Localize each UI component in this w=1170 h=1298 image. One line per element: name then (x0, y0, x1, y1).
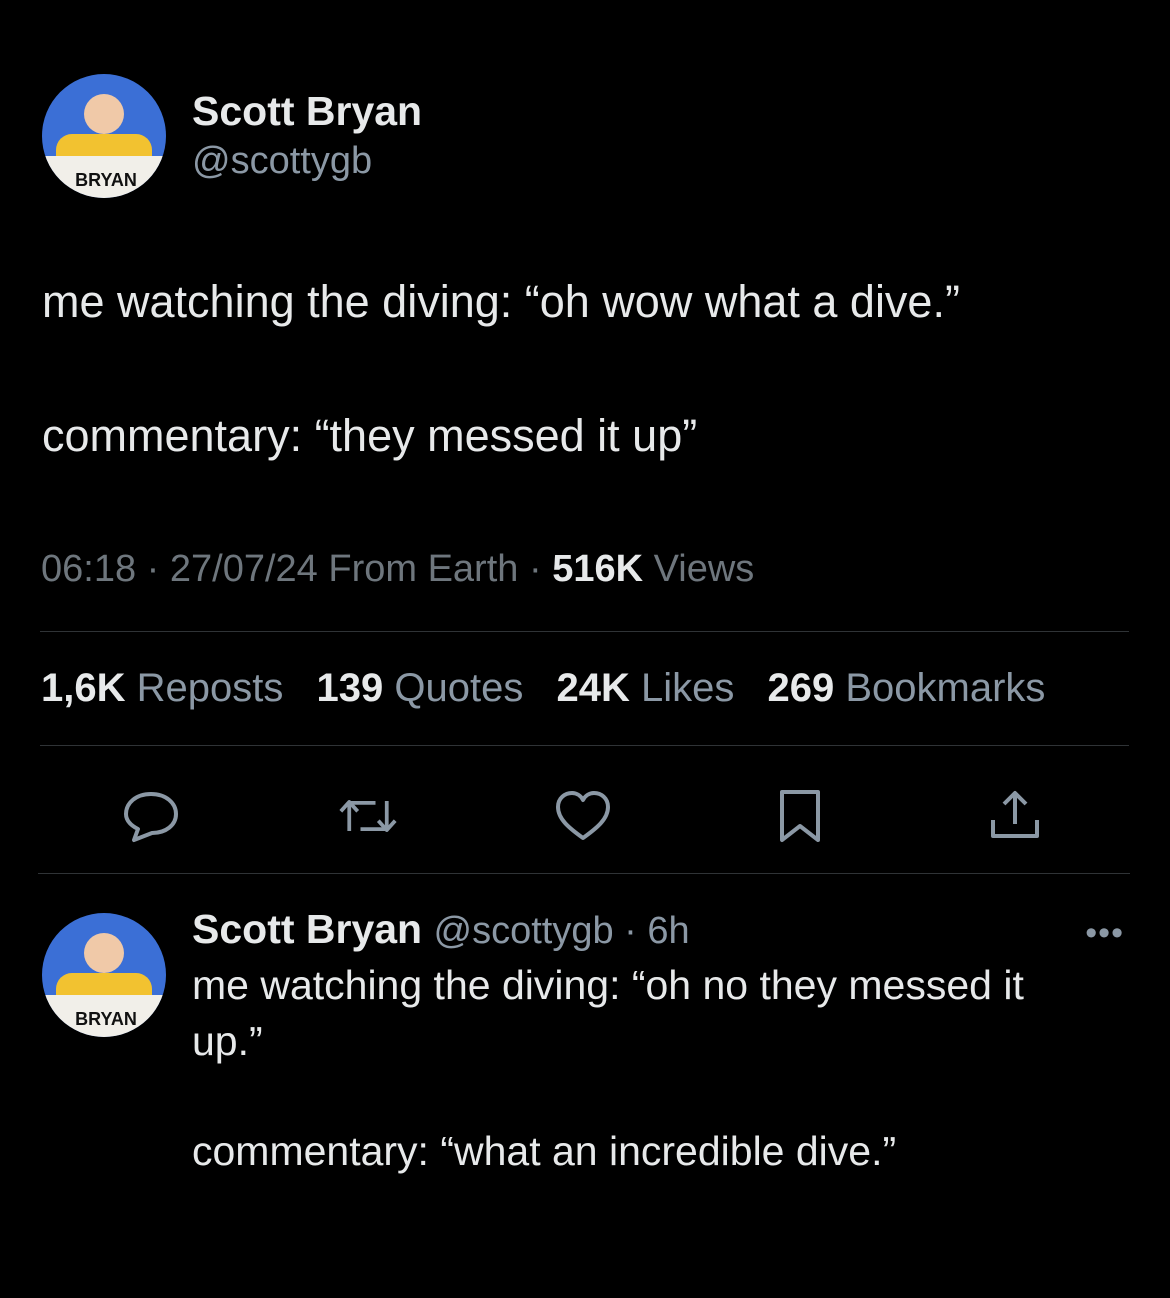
reply-header: Scott Bryan @scottygb · 6h (192, 906, 690, 952)
tweet-time[interactable]: 06:18 (41, 548, 136, 590)
stat-reposts[interactable]: 1,6K Reposts (41, 666, 283, 710)
avatar-label: BRYAN (75, 170, 137, 190)
tweet-source: From Earth (328, 548, 519, 590)
share-button[interactable] (985, 786, 1045, 846)
avatar-label: BRYAN (75, 1009, 137, 1029)
reply-body-line2: up.” (192, 1018, 263, 1064)
reply-author-avatar[interactable]: BRYAN (42, 913, 166, 1037)
views-label: Views (653, 548, 755, 590)
engagement-stats: 1,6K Reposts 139 Quotes 24K Likes 269 Bo… (41, 666, 1067, 711)
tweet-meta: 06:18 · 27/07/24 From Earth · 516K Views (41, 548, 755, 590)
stat-bookmarks[interactable]: 269 Bookmarks (768, 666, 1046, 710)
like-icon (556, 791, 610, 840)
repost-icon (339, 800, 397, 832)
more-options-icon[interactable]: ••• (1085, 914, 1124, 953)
like-button[interactable] (553, 786, 613, 846)
divider (40, 631, 1129, 632)
reply-author-handle[interactable]: @scottygb (434, 910, 614, 952)
author-name[interactable]: Scott Bryan (192, 88, 422, 135)
tweet-body-line1: me watching the diving: “oh wow what a d… (42, 276, 960, 327)
tweet-date[interactable]: 27/07/24 (170, 548, 318, 590)
reply-author-name[interactable]: Scott Bryan (192, 906, 422, 952)
bookmark-button[interactable] (770, 786, 830, 846)
views-count: 516K (552, 548, 644, 590)
author-handle[interactable]: @scottygb (192, 140, 372, 183)
reply-icon (124, 792, 178, 842)
divider (38, 873, 1130, 874)
reply-body-line3: commentary: “what an incredible dive.” (192, 1128, 897, 1174)
stat-likes[interactable]: 24K Likes (556, 666, 734, 710)
share-icon (991, 791, 1039, 838)
reply-body-line1: me watching the diving: “oh no they mess… (192, 962, 1024, 1008)
stat-quotes[interactable]: 139 Quotes (317, 666, 524, 710)
tweet-body-line2: commentary: “they messed it up” (42, 410, 698, 461)
author-avatar[interactable]: BRYAN (42, 74, 166, 198)
reply-button[interactable] (121, 786, 181, 846)
divider (40, 745, 1129, 746)
bookmark-icon (780, 790, 820, 842)
reply-age[interactable]: 6h (647, 910, 689, 952)
repost-button[interactable] (338, 786, 398, 846)
